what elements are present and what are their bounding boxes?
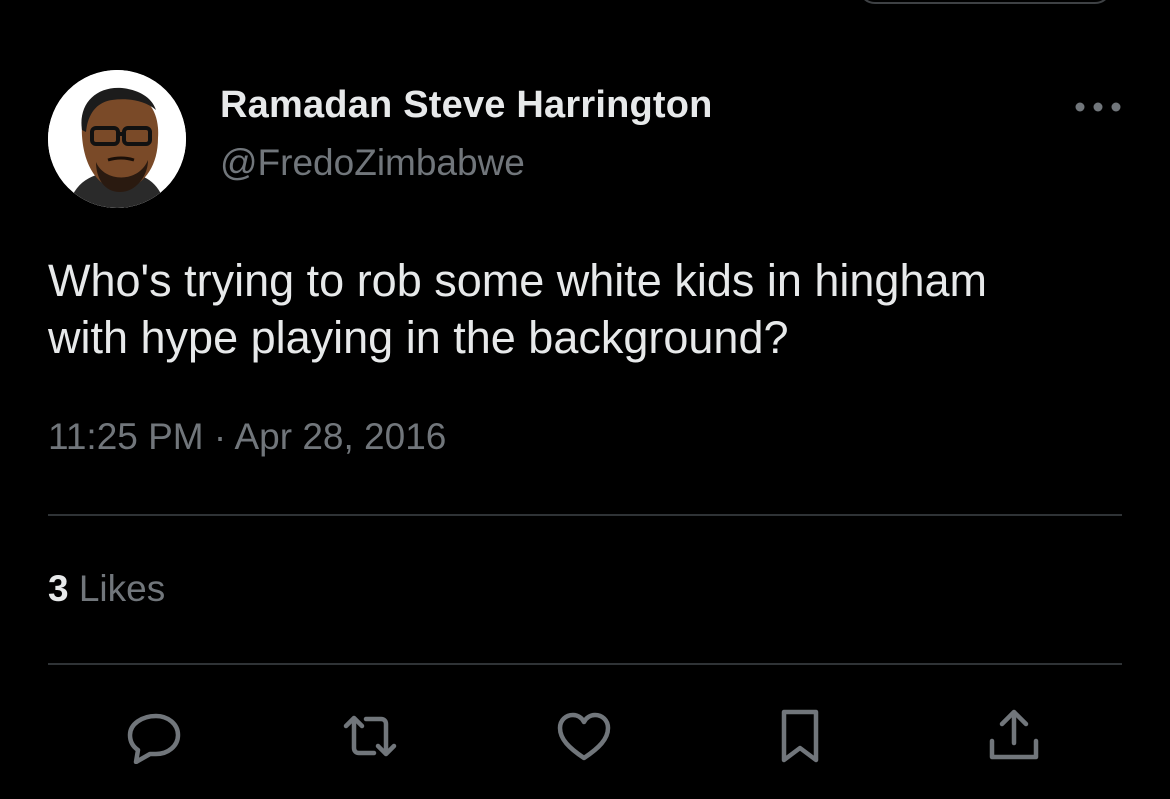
tweet-text-line: with hype playing in the background? [48,312,789,363]
tweet-text-line: Who's trying to rob some white kids in h… [48,255,988,306]
likes-summary[interactable]: 3 Likes [48,568,165,610]
divider [48,514,1122,516]
bookmark-icon [781,709,819,763]
divider [48,663,1122,665]
heart-icon [557,712,611,761]
tweet-text: Who's trying to rob some white kids in h… [48,252,1128,366]
likes-label: Likes [78,568,166,609]
avatar-illustration-icon [48,70,186,208]
share-button[interactable] [984,706,1044,766]
top-pill-button[interactable] [858,0,1112,4]
ellipsis-icon [1075,102,1121,112]
retweet-button[interactable] [340,706,400,766]
like-button[interactable] [554,706,614,766]
more-options-button[interactable] [1070,92,1126,122]
share-upload-icon [989,709,1039,760]
reply-button[interactable] [124,706,184,766]
retweet-arrows-icon [343,715,397,757]
author-name[interactable]: Ramadan Steve Harrington [220,84,713,127]
speech-bubble-icon [127,713,181,764]
bookmark-button[interactable] [770,706,830,766]
tweet-timestamp[interactable]: 11:25 PM · Apr 28, 2016 [48,416,446,458]
avatar[interactable] [48,70,186,208]
author-handle[interactable]: @FredoZimbabwe [220,142,525,184]
likes-count: 3 [48,568,69,609]
